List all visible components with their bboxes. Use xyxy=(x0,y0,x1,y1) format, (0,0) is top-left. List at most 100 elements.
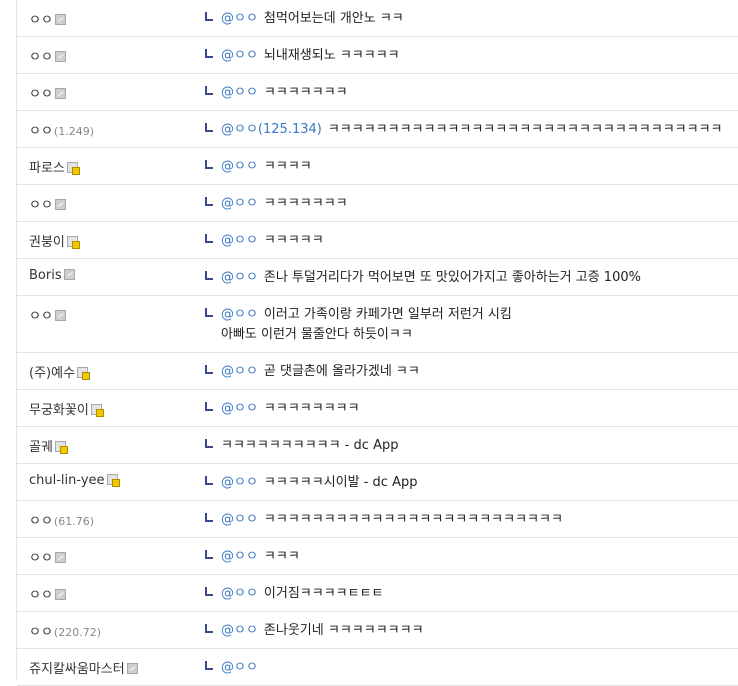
mention-link[interactable]: @ㅇㅇ xyxy=(221,85,258,100)
mention-link[interactable]: @ㅇㅇ xyxy=(221,307,258,322)
comment-author[interactable]: ㅇㅇ xyxy=(17,305,193,324)
comment-author[interactable]: ㅇㅇ xyxy=(17,584,193,603)
comment-author[interactable]: Boris xyxy=(17,268,193,283)
mention-link[interactable]: @ㅇㅇ xyxy=(221,48,258,63)
author-nickname[interactable]: 골궤 xyxy=(29,440,53,455)
author-nickname[interactable]: ㅇㅇ xyxy=(29,309,53,324)
author-nickname[interactable]: 쥬지칼싸움마스터 xyxy=(29,662,125,677)
mention-nick[interactable]: @ㅇㅇ xyxy=(221,233,258,248)
comment-author[interactable]: ㅇㅇ(61.76) xyxy=(17,510,193,529)
comment-line: @ㅇㅇ 존나 투덜거리다가 먹어보면 또 맛있어가지고 좋아하는거 고증 100% xyxy=(221,268,641,288)
mention-nick[interactable]: @ㅇㅇ xyxy=(221,475,258,490)
comment-author[interactable]: ㅇㅇ xyxy=(17,83,193,102)
comment-author[interactable]: ㅇㅇ(220.72) xyxy=(17,621,193,640)
mention-nick[interactable]: @ㅇㅇ xyxy=(221,48,258,63)
mention-link[interactable]: @ㅇㅇ xyxy=(221,401,258,416)
mention-nick[interactable]: @ㅇㅇ xyxy=(221,660,258,675)
mention-nick[interactable]: @ㅇㅇ xyxy=(221,307,258,322)
fixed-nick-icon xyxy=(54,441,68,454)
comment-row: ㅇㅇ(1.249) @ㅇㅇ(125.134) ㅋㅋㅋㅋㅋㅋㅋㅋㅋㅋㅋㅋㅋㅋㅋㅋㅋㅋㅋ… xyxy=(17,111,738,148)
comment-author[interactable]: 무궁화꽃이 xyxy=(17,399,193,418)
author-nickname[interactable]: ㅇㅇ xyxy=(29,13,53,28)
author-nickname[interactable]: (주)예수 xyxy=(29,366,75,381)
mention-nick[interactable]: @ㅇㅇ xyxy=(221,586,258,601)
comment-line-text: 이러고 가족이랑 카페가면 일부러 저런거 시킴 xyxy=(263,307,512,322)
comment-line: @ㅇㅇ 존나웃기네 ㅋㅋㅋㅋㅋㅋㅋㅋ xyxy=(221,621,424,641)
comment-line: @ㅇㅇ ㅋㅋㅋㅋㅋ시이발 - dc App xyxy=(221,473,418,493)
mention-link[interactable]: @ㅇㅇ xyxy=(221,196,258,211)
author-nickname[interactable]: ㅇㅇ xyxy=(29,588,53,603)
comment-row: ㅇㅇ @ㅇㅇ 이거짐ㅋㅋㅋㅋㅌㅌㅌ xyxy=(17,575,738,612)
comment-row: ㅇㅇ @ㅇㅇ 이러고 가족이랑 카페가면 일부러 저런거 시킴 아빠도 이런거 물줄안… xyxy=(17,296,738,353)
comment-text: @ㅇㅇ 존나웃기네 ㅋㅋㅋㅋㅋㅋㅋㅋ xyxy=(221,621,424,641)
author-nickname[interactable]: ㅇㅇ xyxy=(29,87,53,102)
comment-author[interactable]: ㅇㅇ xyxy=(17,9,193,28)
mention-ip: (125.134) xyxy=(257,122,322,137)
mention-nick[interactable]: @ㅇㅇ xyxy=(221,159,258,174)
mention-link[interactable]: @ㅇㅇ xyxy=(221,11,258,26)
mention-link[interactable]: @ㅇㅇ xyxy=(221,660,258,675)
comment-author[interactable]: ㅇㅇ xyxy=(17,547,193,566)
comment-content: @ㅇㅇ ㅋㅋㅋ xyxy=(193,547,738,567)
author-nickname[interactable]: ㅇㅇ xyxy=(29,514,53,529)
comment-content: @ㅇㅇ ㅋㅋㅋㅋ xyxy=(193,157,738,177)
author-nickname[interactable]: 권붕이 xyxy=(29,235,65,250)
comment-row: 골궤 ㅋㅋㅋㅋㅋㅋㅋㅋㅋㅋ - dc App xyxy=(17,427,738,464)
comment-content: @ㅇㅇ 첨먹어보는데 개안노 ㅋㅋ xyxy=(193,9,738,29)
comment-content: @ㅇㅇ 곧 댓글촌에 올라가겠네 ㅋㅋ xyxy=(193,362,738,382)
comment-text: @ㅇㅇ 존나 투덜거리다가 먹어보면 또 맛있어가지고 좋아하는거 고증 100% xyxy=(221,268,641,288)
comment-author[interactable]: ㅇㅇ xyxy=(17,194,193,213)
mention-link[interactable]: @ㅇㅇ xyxy=(221,364,258,379)
author-nickname[interactable]: 무궁화꽃이 xyxy=(29,403,89,418)
mention-nick[interactable]: @ㅇㅇ xyxy=(221,196,258,211)
author-nickname[interactable]: ㅇㅇ xyxy=(29,124,53,139)
mention-link[interactable]: @ㅇㅇ xyxy=(221,475,258,490)
reply-arrow-icon xyxy=(205,308,213,317)
comment-author[interactable]: 쥬지칼싸움마스터 xyxy=(17,658,193,677)
mention-link[interactable]: @ㅇㅇ xyxy=(221,270,258,285)
comment-text: @ㅇㅇ 곧 댓글촌에 올라가겠네 ㅋㅋ xyxy=(221,362,420,382)
mention-nick[interactable]: @ㅇㅇ xyxy=(221,364,258,379)
mention-nick[interactable]: @ㅇㅇ xyxy=(221,11,258,26)
author-nickname[interactable]: ㅇㅇ xyxy=(29,50,53,65)
comment-author[interactable]: ㅇㅇ xyxy=(17,46,193,65)
mention-link[interactable]: @ㅇㅇ xyxy=(221,623,258,638)
author-nickname[interactable]: ㅇㅇ xyxy=(29,551,53,566)
mention-link[interactable]: @ㅇㅇ(125.134) xyxy=(221,122,322,137)
mention-nick[interactable]: @ㅇㅇ xyxy=(221,549,258,564)
comment-author[interactable]: ㅇㅇ(1.249) xyxy=(17,120,193,139)
author-nickname[interactable]: chul-lin-yee xyxy=(29,473,105,488)
mention-nick[interactable]: @ㅇㅇ xyxy=(221,85,258,100)
mention-nick[interactable]: @ㅇㅇ xyxy=(221,122,258,137)
mention-nick[interactable]: @ㅇㅇ xyxy=(221,512,258,527)
comment-line-text: ㅋㅋㅋㅋㅋ xyxy=(263,233,324,248)
comment-content: @ㅇㅇ 이거짐ㅋㅋㅋㅋㅌㅌㅌ xyxy=(193,584,738,604)
comment-content: @ㅇㅇ ㅋㅋㅋㅋㅋㅋㅋ xyxy=(193,194,738,214)
mention-nick[interactable]: @ㅇㅇ xyxy=(221,623,258,638)
comment-author[interactable]: 권붕이 xyxy=(17,231,193,250)
comment-line-text: ㅋㅋㅋㅋㅋㅋㅋㅋㅋㅋㅋㅋㅋㅋㅋㅋㅋㅋㅋㅋㅋㅋㅋㅋㅋㅋㅋㅋㅋㅋㅋㅋㅋ xyxy=(327,122,723,137)
comment-line: @ㅇㅇ ㅋㅋㅋㅋㅋ xyxy=(221,231,324,251)
comment-author[interactable]: 골궤 xyxy=(17,436,193,455)
mention-link[interactable]: @ㅇㅇ xyxy=(221,233,258,248)
comment-line-text: ㅋㅋㅋㅋ xyxy=(263,159,312,174)
comment-text: @ㅇㅇ 이거짐ㅋㅋㅋㅋㅌㅌㅌ xyxy=(221,584,384,604)
reply-arrow-icon xyxy=(205,439,213,448)
mention-nick[interactable]: @ㅇㅇ xyxy=(221,401,258,416)
mention-link[interactable]: @ㅇㅇ xyxy=(221,586,258,601)
author-nickname[interactable]: Boris xyxy=(29,268,62,283)
mention-link[interactable]: @ㅇㅇ xyxy=(221,549,258,564)
author-nickname[interactable]: ㅇㅇ xyxy=(29,198,53,213)
comment-line-text: 첨먹어보는데 개안노 ㅋㅋ xyxy=(263,11,404,26)
comment-line-text: ㅋㅋㅋㅋㅋㅋㅋㅋㅋㅋㅋㅋㅋㅋㅋㅋㅋㅋㅋㅋㅋㅋㅋㅋㅋ xyxy=(263,512,563,527)
mention-link[interactable]: @ㅇㅇ xyxy=(221,512,258,527)
author-nickname[interactable]: 파로스 xyxy=(29,161,65,176)
comment-author[interactable]: (주)예수 xyxy=(17,362,193,381)
mention-nick[interactable]: @ㅇㅇ xyxy=(221,270,258,285)
comment-author[interactable]: 파로스 xyxy=(17,157,193,176)
comment-text: @ㅇㅇ ㅋㅋㅋㅋㅋ xyxy=(221,231,324,251)
comment-content: ㅋㅋㅋㅋㅋㅋㅋㅋㅋㅋ - dc App xyxy=(193,436,738,456)
mention-link[interactable]: @ㅇㅇ xyxy=(221,159,258,174)
comment-author[interactable]: chul-lin-yee xyxy=(17,473,193,488)
author-nickname[interactable]: ㅇㅇ xyxy=(29,625,53,640)
